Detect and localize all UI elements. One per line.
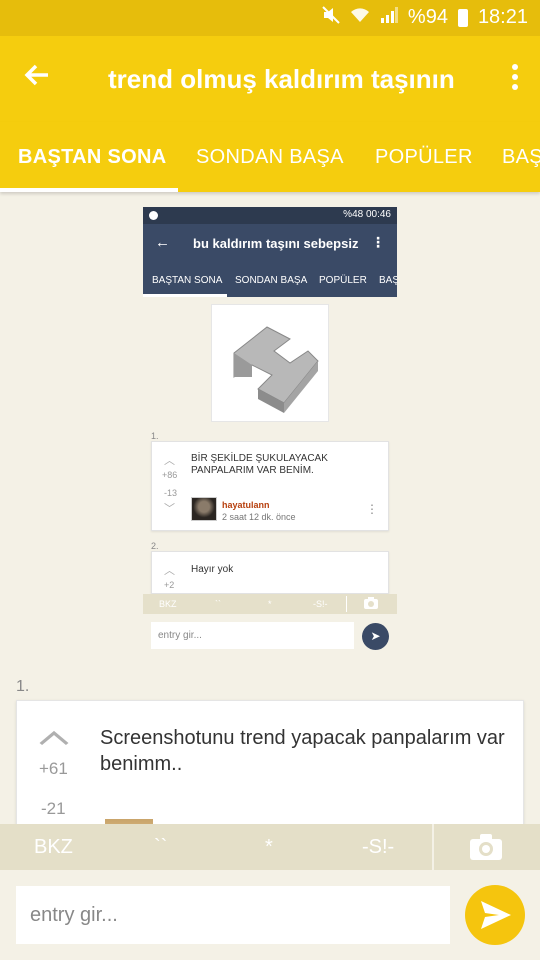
embedded-upvote-icon: ︿: [164, 455, 175, 467]
wifi-icon: [350, 7, 370, 28]
embedded-toolbar-divider: [346, 596, 347, 612]
backtick-button[interactable]: ``: [154, 836, 167, 859]
embedded-entry-card: ︿ Hayır yok +2: [151, 551, 389, 594]
page-title: trend olmuş kaldırım taşının: [108, 64, 455, 94]
embedded-title: bu kaldırım taşını sebepsiz: [193, 236, 359, 251]
overflow-menu-icon[interactable]: [512, 64, 520, 90]
embedded-entry-card: ︿ +86 -13 ﹀ BİR ŞEKİLDE ŞUKULAYACAK PANP…: [151, 441, 389, 531]
embedded-entry-number: 1.: [151, 431, 159, 441]
embedded-tab: BAŞTAN SONA: [152, 275, 223, 286]
tab-bastan-sona[interactable]: BAŞTAN SONA: [18, 146, 167, 169]
embedded-app-bar: ← bu kaldırım taşını sebepsiz ⋮: [143, 224, 397, 264]
back-arrow-icon[interactable]: [22, 58, 52, 98]
embedded-tab: SONDAN BAŞA: [235, 275, 308, 286]
embedded-tab-bar: BAŞTAN SONA SONDAN BAŞA POPÜLER BAŞ: [143, 264, 397, 297]
send-button[interactable]: [465, 885, 525, 945]
mute-icon: [322, 6, 340, 29]
tab-populer[interactable]: POPÜLER: [375, 146, 473, 169]
tab-bar: BAŞTAN SONA SONDAN BAŞA POPÜLER BAŞ: [0, 122, 540, 192]
embedded-camera-icon: [364, 597, 378, 611]
input-bar: entry gir...: [0, 870, 540, 960]
battery-icon: [457, 8, 468, 27]
toolbar-divider: [432, 824, 434, 870]
embedded-downvote-icon: ﹀: [164, 503, 175, 515]
embedded-tab: BAŞ: [379, 275, 397, 286]
entry-input[interactable]: entry gir...: [16, 886, 450, 944]
embedded-timestamp: 2 saat 12 dk. önce: [222, 512, 296, 522]
embedded-entry-menu-icon: ⋮: [366, 502, 378, 516]
entry-card: +61 -21 Screenshotunu trend yapacak panp…: [16, 700, 524, 840]
entry-text: Screenshotunu trend yapacak panpalarım v…: [100, 727, 505, 775]
entry-number: 1.: [16, 678, 30, 695]
embedded-back-arrow-icon: ←: [155, 234, 170, 251]
embedded-up-count: +2: [164, 580, 175, 590]
upvote-icon[interactable]: [38, 721, 69, 753]
status-bar: %94 18:21: [0, 0, 540, 36]
battery-percent: %94: [407, 6, 448, 28]
star-button[interactable]: *: [265, 836, 273, 859]
paving-stone-image: [211, 304, 329, 422]
embedded-spoiler-button: -S!-: [313, 599, 328, 609]
embedded-entry-text: BİR ŞEKİLDE ŞUKULAYACAK PANPALARIM VAR B…: [191, 453, 328, 476]
clock: 18:21: [477, 6, 528, 28]
embedded-down-count: -13: [164, 488, 178, 498]
app-bar: trend olmuş kaldırım taşının: [0, 36, 540, 122]
embedded-send-icon: ➤: [362, 623, 389, 650]
upvote-count: +61: [39, 759, 68, 778]
bkz-button[interactable]: BKZ: [34, 836, 73, 859]
formatting-toolbar: BKZ `` * -S!-: [0, 824, 540, 870]
tab-bas[interactable]: BAŞ: [502, 146, 540, 169]
send-icon: [481, 901, 511, 929]
tab-sondan-basa[interactable]: SONDAN BAŞA: [196, 146, 344, 169]
embedded-star-button: *: [268, 599, 272, 609]
embedded-entry-input: entry gir...: [151, 622, 354, 649]
camera-icon[interactable]: [470, 834, 502, 860]
signal-icon: [380, 7, 398, 28]
embedded-upvote-icon: ︿: [164, 565, 175, 577]
embedded-entry-number: 2.: [151, 541, 159, 551]
embedded-username: hayatulann: [222, 500, 270, 510]
embedded-tab-indicator: [143, 294, 227, 297]
embedded-up-count: +86: [162, 470, 178, 480]
embedded-overflow-icon: ⋮: [371, 234, 385, 250]
embedded-toolbar: BKZ `` * -S!-: [143, 594, 397, 614]
downvote-count: -21: [41, 799, 66, 818]
embedded-notification-icon: [149, 211, 158, 220]
embedded-backtick-button: ``: [215, 599, 221, 609]
embedded-avatar: [191, 497, 217, 521]
embedded-tab: POPÜLER: [319, 275, 367, 286]
embedded-entry-text: Hayır yok: [191, 564, 234, 575]
embedded-status-bar: %48 00:46: [143, 207, 397, 224]
tab-indicator: [0, 188, 178, 192]
spoiler-button[interactable]: -S!-: [362, 836, 394, 859]
embedded-status-text: %48 00:46: [343, 209, 391, 220]
embedded-bkz-button: BKZ: [159, 599, 177, 609]
